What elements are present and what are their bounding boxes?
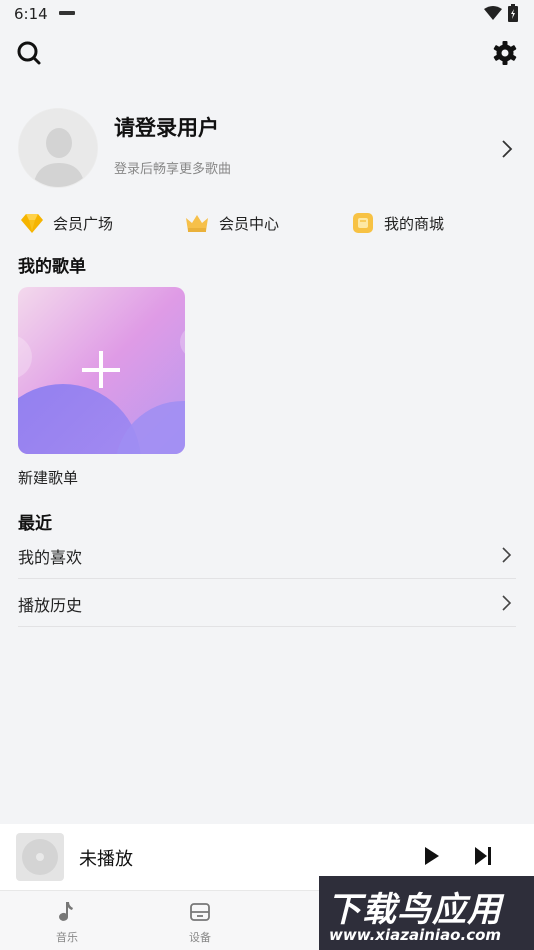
vip-center-label: 会员中心 — [219, 214, 280, 233]
login-title: 请登录用户 — [114, 116, 219, 140]
avatar — [18, 108, 98, 188]
vip-plaza-link[interactable]: 会员广场 — [20, 210, 113, 236]
gear-icon — [493, 41, 517, 65]
diamond-icon — [21, 214, 43, 233]
my-playlists-title: 我的歌单 — [18, 257, 86, 277]
tab-device-label: 设备 — [189, 931, 211, 944]
play-history-label: 播放历史 — [18, 596, 83, 615]
settings-button[interactable] — [490, 38, 520, 68]
status-bar: 6:14 — [0, 0, 534, 28]
site-watermark: 下载鸟应用 www.xiazainiao.com — [319, 876, 534, 950]
wifi-icon — [484, 6, 502, 20]
my-shop-link[interactable]: 我的商城 — [351, 210, 444, 236]
music-note-icon — [59, 902, 73, 921]
tab-music[interactable]: 音乐 — [27, 891, 107, 950]
tab-device[interactable]: 设备 — [160, 891, 240, 950]
shop-icon — [353, 213, 373, 233]
new-playlist-card[interactable] — [18, 287, 185, 454]
watermark-url: www.xiazainiao.com — [329, 926, 502, 944]
my-shop-label: 我的商城 — [384, 214, 445, 233]
my-favorites-label: 我的喜欢 — [18, 548, 83, 567]
my-favorites-row[interactable]: 我的喜欢 — [18, 531, 516, 579]
chevron-right-icon — [502, 140, 513, 158]
search-button[interactable] — [14, 38, 44, 68]
watermark-title: 下载鸟应用 — [327, 890, 502, 930]
login-profile-card[interactable]: 请登录用户 登录后畅享更多歌曲 — [18, 108, 516, 190]
new-playlist-label: 新建歌单 — [18, 469, 79, 487]
play-icon[interactable] — [420, 844, 444, 868]
status-time: 6:14 — [14, 5, 48, 23]
now-playing-title: 未播放 — [79, 849, 133, 870]
tab-music-label: 音乐 — [56, 931, 78, 944]
chevron-right-icon — [502, 547, 512, 563]
device-icon — [190, 903, 210, 921]
vip-plaza-label: 会员广场 — [53, 214, 114, 233]
notification-dash-icon — [59, 11, 75, 15]
new-playlist-artwork — [18, 287, 185, 454]
disc-icon — [22, 839, 58, 875]
crown-icon — [186, 215, 208, 232]
search-icon — [17, 41, 41, 65]
battery-icon — [508, 4, 518, 22]
vip-center-link[interactable]: 会员中心 — [184, 210, 279, 236]
play-history-row[interactable]: 播放历史 — [18, 579, 516, 627]
skip-next-icon[interactable] — [471, 844, 495, 868]
album-cover — [16, 833, 64, 881]
default-avatar-icon — [19, 109, 97, 187]
login-subtitle: 登录后畅享更多歌曲 — [114, 162, 232, 177]
chevron-right-icon — [502, 595, 512, 611]
